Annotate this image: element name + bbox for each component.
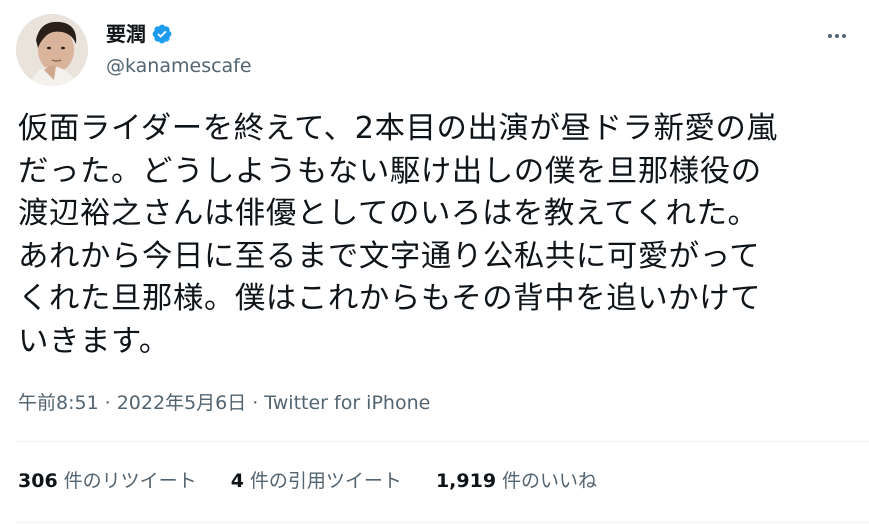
verified-badge-icon [151,23,173,45]
divider [16,441,869,442]
meta-separator: · [252,392,259,414]
author-display-name[interactable]: 要潤 [106,22,146,46]
like-label: 件のいいね [502,470,598,492]
quote-label: 件の引用ツイート [249,470,402,492]
like-count: 1,919 [435,470,497,492]
divider [16,522,869,523]
tweet-time[interactable]: 午前8:51 [18,390,99,416]
tweet-text: 仮面ライダーを終えて、2本目の出演が昼ドラ新愛の嵐 だった。どうしようもない駆け… [18,111,778,359]
more-horizontal-icon [828,34,846,38]
retweets-stat[interactable]: 306 件のリツイート [18,468,197,494]
tweet-detail: 要潤 @kanamescafe 仮面ライダーを終えて、2本目の出演が昼ドラ新愛の… [0,0,869,525]
tweet-stats: 306 件のリツイート 4 件の引用ツイート 1,919 件のいいね [18,468,597,494]
meta-separator: · [104,392,111,414]
quote-count: 4 [230,470,244,492]
tweet-source[interactable]: Twitter for iPhone [264,390,430,416]
avatar[interactable] [16,14,88,86]
retweet-count: 306 [18,470,58,492]
tweet-meta: 午前8:51 · 2022年5月6日 · Twitter for iPhone [18,390,430,416]
more-options-button[interactable] [819,18,855,54]
quotes-stat[interactable]: 4 件の引用ツイート [231,468,402,494]
author-name-row: 要潤 [106,22,173,46]
avatar-photo [16,14,88,86]
author-handle[interactable]: @kanamescafe [106,54,252,78]
likes-stat[interactable]: 1,919 件のいいね [436,468,597,494]
retweet-label: 件のリツイート [63,470,197,492]
tweet-date[interactable]: 2022年5月6日 [117,390,247,416]
